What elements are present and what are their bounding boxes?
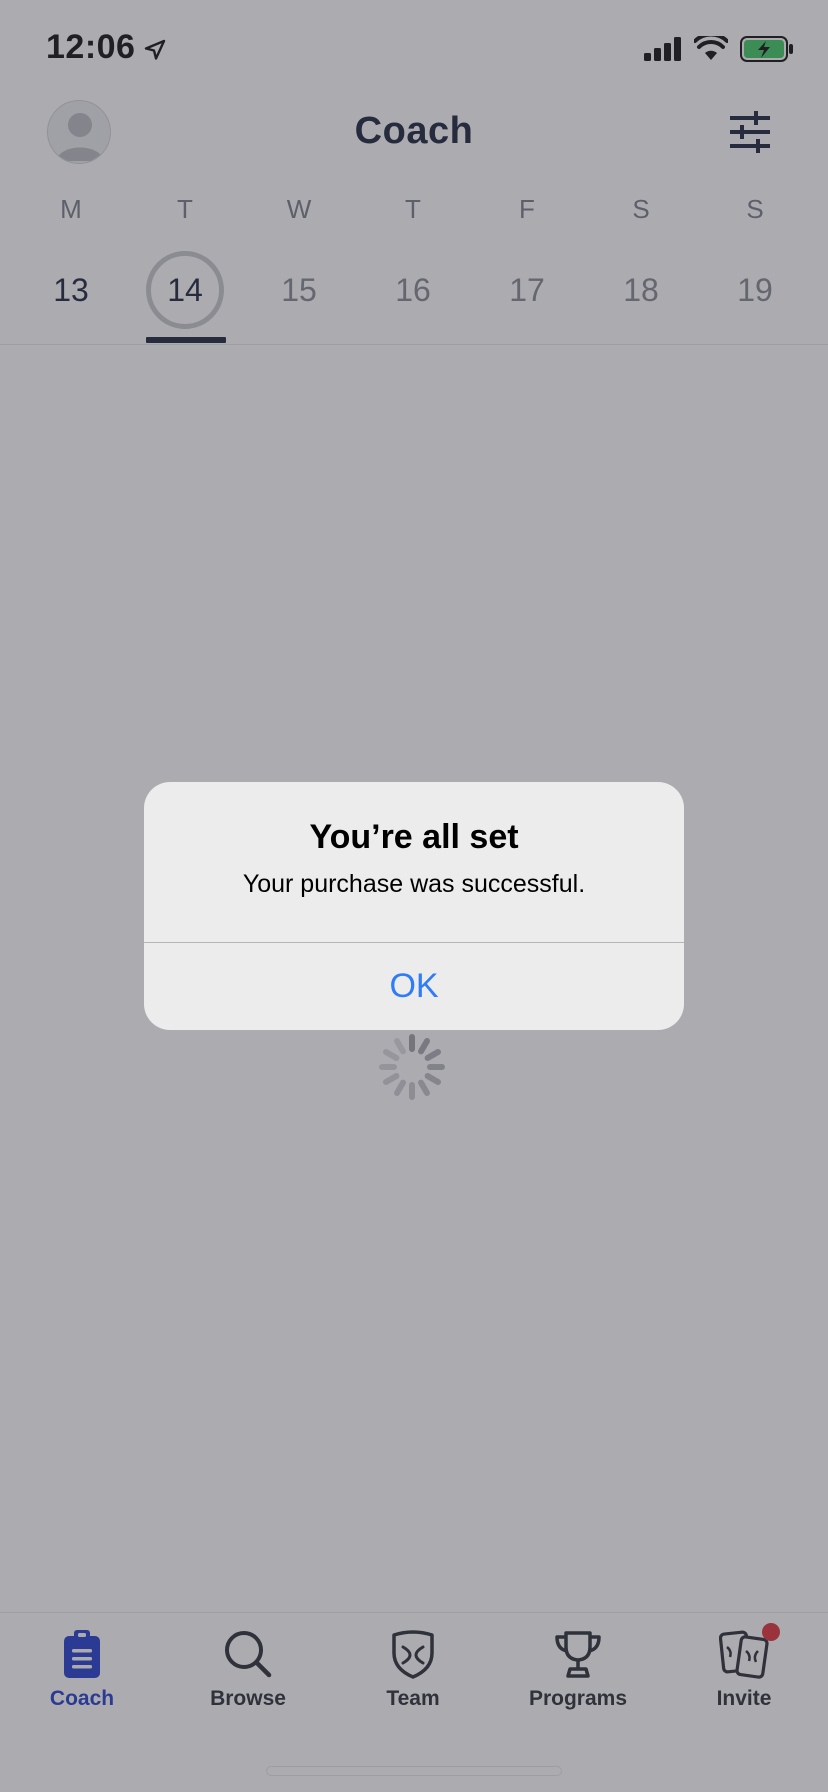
ok-button[interactable]: OK: [144, 943, 684, 1030]
alert-dialog: You’re all set Your purchase was success…: [144, 782, 684, 1030]
alert-message: Your purchase was successful.: [242, 870, 586, 898]
alert-title: You’re all set: [309, 818, 519, 856]
